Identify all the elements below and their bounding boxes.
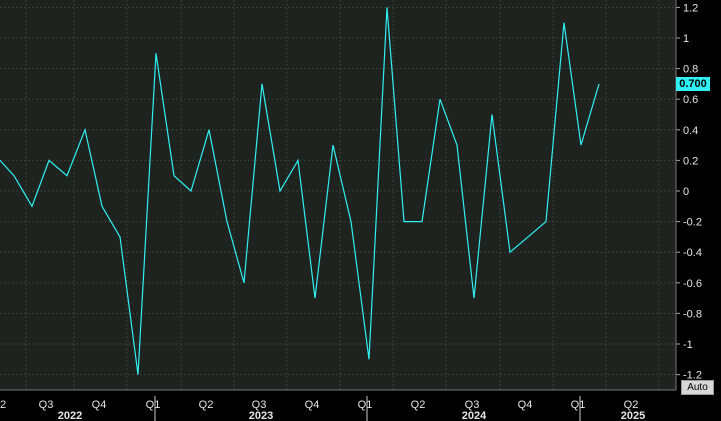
y-axis: 1.210.80.60.40.20-0.2-0.4-0.6-0.8-1-1.2	[676, 0, 702, 390]
last-value-badge: 0.700	[676, 77, 710, 91]
y-tick-label: 0.4	[683, 125, 698, 137]
y-tick-label: 0.6	[683, 94, 698, 106]
x-tick-label: Q1	[358, 399, 373, 411]
plot-area	[0, 0, 676, 390]
y-tick-label: -1	[683, 339, 693, 351]
y-tick-label: -0.4	[683, 247, 702, 259]
x-tick-label: Q1	[571, 399, 586, 411]
x-tick-label: Q4	[92, 399, 107, 411]
y-tick-label: -0.2	[683, 217, 702, 229]
x-tick-label: Q4	[305, 399, 320, 411]
line-chart: 1.210.80.60.40.20-0.2-0.4-0.6-0.8-1-1.2 …	[0, 0, 721, 421]
y-tick-label: 1	[683, 33, 689, 45]
x-tick-label: Q3	[39, 399, 54, 411]
x-tick-label: Q2	[411, 399, 426, 411]
y-tick-label: 1.2	[683, 2, 698, 14]
x-tick-label: 2	[0, 399, 6, 411]
year-label: 2023	[249, 410, 273, 421]
y-tick-label: -0.6	[683, 278, 702, 290]
x-tick-label: Q1	[146, 399, 161, 411]
y-tick-label: 0.8	[683, 64, 698, 76]
year-label: 2024	[462, 410, 487, 421]
x-tick-label: Q2	[199, 399, 214, 411]
auto-scale-button[interactable]: Auto	[681, 380, 714, 395]
year-label: 2022	[58, 410, 82, 421]
year-label: 2025	[621, 410, 645, 421]
x-tick-label: Q4	[518, 399, 533, 411]
y-tick-label: 0.2	[683, 155, 698, 167]
x-axis: 2Q3Q4Q1Q2Q3Q4Q1Q2Q3Q4Q1Q2	[0, 390, 676, 411]
y-tick-label: 0	[683, 186, 689, 198]
y-tick-label: -0.8	[683, 308, 702, 320]
